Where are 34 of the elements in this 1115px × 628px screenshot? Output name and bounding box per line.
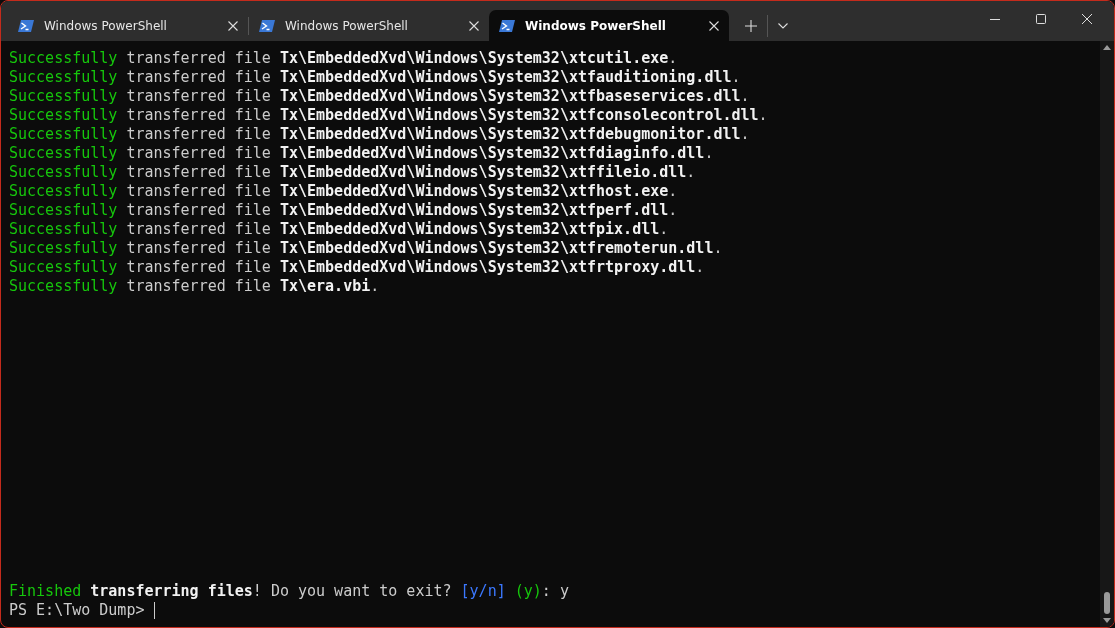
dropdown-icon[interactable] [778,22,788,29]
terminal-tab[interactable]: Windows PowerShell [249,10,489,41]
terminal-line: Successfully transferred file Tx\EmbeddedXvd\Windows\System32\xtfrtproxy.dll. [9,258,706,277]
text-cursor [153,602,155,619]
powershell-icon [18,18,34,33]
powershell-icon [499,18,515,33]
terminal-line: Successfully transferred file Tx\EmbeddedXvd\Windows\System32\xtfremoterun.dll. [9,239,724,258]
terminal-line: Finished transferring files! Do you want to exit? [y/n] (y): y [9,582,570,601]
terminal-tab[interactable]: Windows PowerShell [489,10,729,41]
terminal-line: Successfully transferred file Tx\EmbeddedXvd\Windows\System32\xtffileio.dll. [9,163,697,182]
terminal-tab[interactable]: Windows PowerShell [8,10,248,41]
powershell-icon [259,18,275,33]
scroll-down-icon[interactable] [1103,618,1111,623]
close-tab-icon[interactable] [228,20,238,31]
new-tab-icon[interactable] [745,19,757,32]
terminal-line: PS E:\Two Dump> [9,601,1092,620]
terminal-line: Successfully transferred file Tx\EmbeddedXvd\Windows\System32\xtfbaseservices.dll. [9,87,751,106]
scrollbar[interactable] [1100,41,1114,627]
terminal-line: Successfully transferred file Tx\EmbeddedXvd\Windows\System32\xtfdiaginfo.dll. [9,144,715,163]
terminal-line: Successfully transferred file Tx\EmbeddedXvd\Windows\System32\xtfauditioning.dll. [9,68,742,87]
maximize-icon[interactable] [1036,14,1046,24]
terminal-line: Successfully transferred file Tx\EmbeddedXvd\Windows\System32\xtfperf.dll. [9,201,679,220]
scroll-thumb[interactable] [1104,592,1110,614]
terminal-line: Successfully transferred file Tx\EmbeddedXvd\Windows\System32\xtfdebugmonitor.dll. [9,125,751,144]
close-tab-icon[interactable] [709,20,719,31]
terminal-line: Successfully transferred file Tx\EmbeddedXvd\Windows\System32\xtfconsolecontrol.dll. [9,106,769,125]
close-tab-icon[interactable] [469,20,479,31]
terminal-line: Successfully transferred file Tx\EmbeddedXvd\Windows\System32\xtfpix.dll. [9,220,670,239]
minimize-icon[interactable] [990,18,1000,20]
terminal-line: Successfully transferred file Tx\EmbeddedXvd\Windows\System32\xtcutil.exe. [9,49,679,68]
terminal-line: Successfully transferred file Tx\era.vbi. [9,277,381,296]
close-icon[interactable] [1082,14,1092,24]
terminal-line: Successfully transferred file Tx\EmbeddedXvd\Windows\System32\xtfhost.exe. [9,182,679,201]
scroll-up-icon[interactable] [1103,45,1111,50]
